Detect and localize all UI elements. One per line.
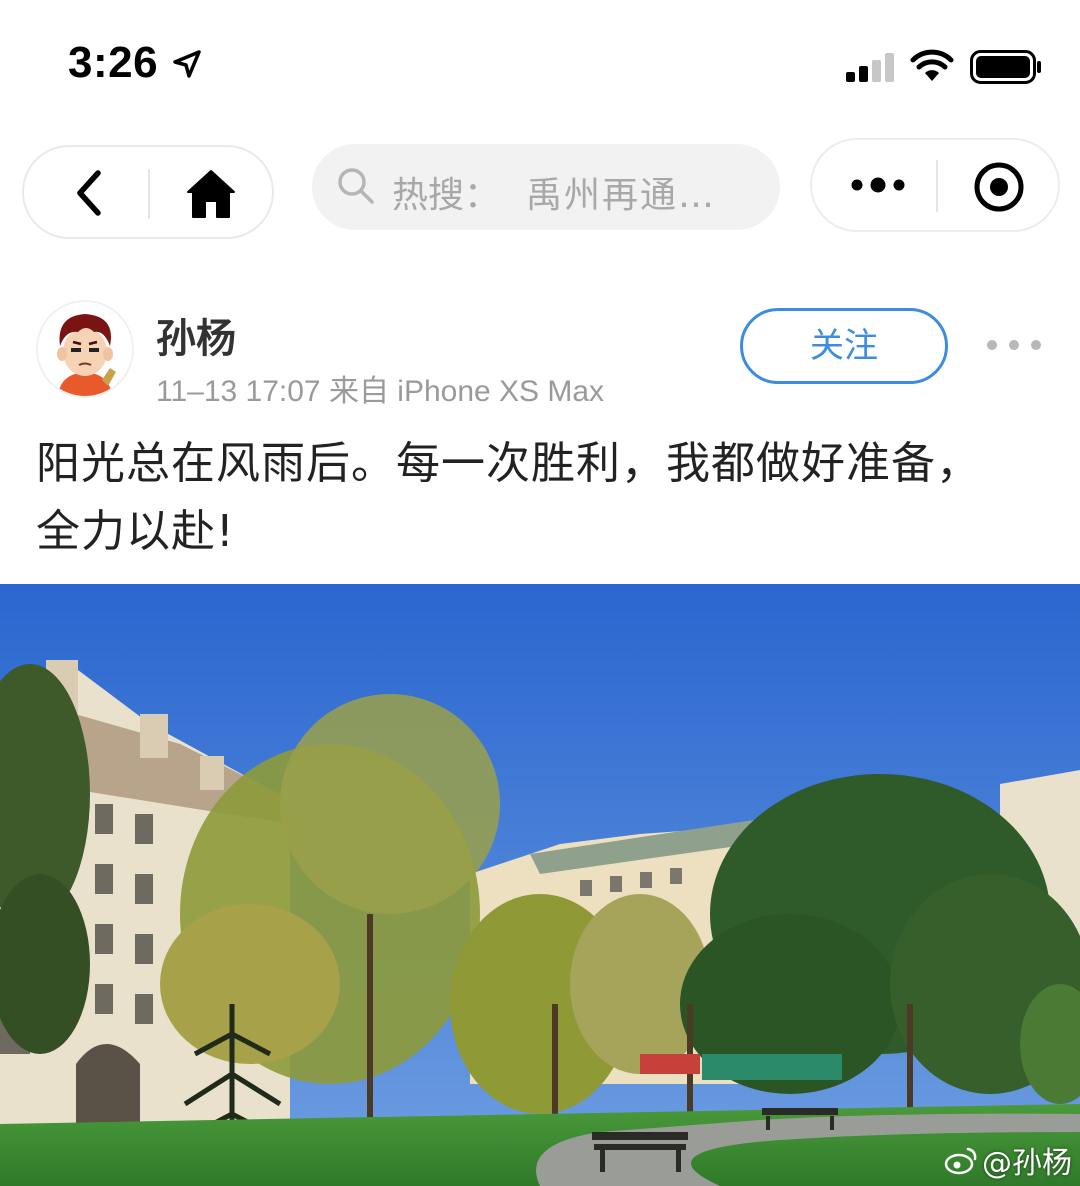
post-text-line: 全力以赴! <box>36 506 235 557</box>
search-input[interactable]: 热搜： 禹州再通… <box>312 144 780 230</box>
avatar[interactable] <box>36 300 134 398</box>
watermark-text: @孙杨 <box>982 1146 1072 1181</box>
post-text: 阳光总在风雨后。每一次胜利，我都做好准备， 全力以赴! <box>36 430 1046 566</box>
nav-divider <box>148 169 150 219</box>
more-dots-icon[interactable] <box>848 170 908 200</box>
post-photo[interactable]: @孙杨 <box>0 584 1080 1186</box>
home-icon[interactable] <box>184 167 238 221</box>
search-icon <box>338 168 374 204</box>
post-more-icon[interactable] <box>984 336 1044 354</box>
status-time: 3:26 <box>68 38 159 87</box>
nav-left-group <box>22 145 274 239</box>
search-prefix-label: 热搜： <box>392 175 501 216</box>
signal-icon <box>846 53 894 82</box>
follow-button[interactable]: 关注 <box>740 308 948 384</box>
weibo-post-page: 3:26 热搜： 禹州再通… 孙杨 11–13 17:07 来自 iPhone … <box>0 0 1080 1186</box>
wifi-icon <box>910 49 954 81</box>
watermark: @孙杨 <box>944 1138 1072 1182</box>
avatar-cartoon-icon <box>38 302 132 396</box>
chevron-left-icon[interactable] <box>68 169 112 217</box>
location-arrow-icon <box>173 50 201 78</box>
target-close-icon[interactable] <box>972 160 1026 214</box>
user-name[interactable]: 孙杨 <box>156 306 236 364</box>
post-meta: 11–13 17:07 来自 iPhone XS Max <box>156 375 605 408</box>
park-photo-image <box>0 584 1080 1186</box>
post-text-line: 阳光总在风雨后。每一次胜利，我都做好准备， <box>36 438 981 489</box>
nav-right-group <box>810 138 1060 232</box>
weibo-logo-icon <box>944 1147 977 1175</box>
battery-icon <box>970 50 1041 84</box>
nav-divider <box>936 160 938 212</box>
status-bar: 3:26 <box>0 0 1080 130</box>
search-placeholder: 禹州再通… <box>526 175 717 216</box>
